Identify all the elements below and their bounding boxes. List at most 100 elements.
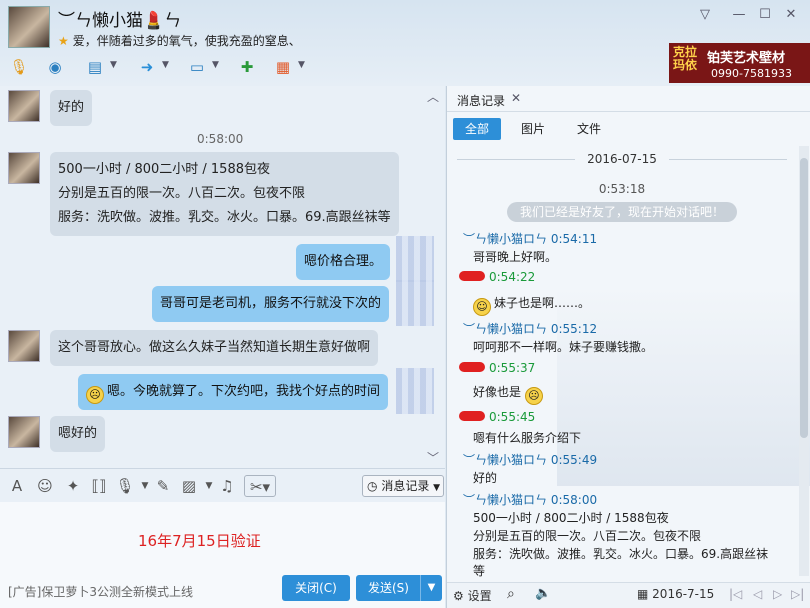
history-message-text: 哥哥晚上好啊。 [473, 250, 558, 264]
contact-nickname[interactable]: ︶ㄣ懒小猫💄ㄣ [58, 6, 181, 31]
history-message-text: 好的 [473, 471, 498, 485]
signature-text: 爱，伴随着过多的氧气，使我充盈的窒息、 [72, 34, 301, 48]
filter-all-tab[interactable]: 全部 [453, 118, 501, 140]
self-message-avatar[interactable] [396, 280, 434, 326]
shake-window-icon[interactable]: ⟦⟧ [88, 475, 110, 497]
system-note: 我们已经是好友了，现在开始对话吧！ [507, 202, 737, 222]
redacted-name [459, 411, 485, 421]
contact-message-avatar[interactable] [8, 152, 40, 184]
emoji-icon: ☹ [86, 386, 104, 404]
history-message-text: 好像也是 ☹ [473, 383, 546, 405]
contact-message-avatar[interactable] [8, 330, 40, 362]
message-bubble-in: 好的 [50, 90, 93, 126]
message-bubble-in: 这个哥哥放心。做这么久妹子当然知道长期生意好做啊 [50, 330, 379, 366]
speaker-icon[interactable]: 🔈 [535, 586, 551, 601]
chat-messages-pane[interactable]: ︿ 好的 0:58:00 500一小时 / 800二小时 / 1588包夜 分别… [0, 86, 445, 468]
screen-share-icon[interactable]: ▤ [82, 54, 108, 80]
history-tab-bar: 消息记录 ✕ [447, 86, 810, 112]
message-timestamp: 0:58:00 [197, 132, 244, 146]
history-title[interactable]: 消息记录 [457, 92, 505, 109]
history-sender-line: ︶ㄣ懒小猫ロㄣ 0:54:11 [463, 232, 598, 246]
search-icon[interactable]: ⌕ [507, 586, 515, 602]
message-bubble-out: 嗯价格合理。 [296, 244, 391, 280]
redacted-name [459, 271, 485, 281]
emoji-picker-icon[interactable]: ☺ [34, 475, 56, 497]
bottom-ad-link[interactable]: [广告]保卫萝卜3公测全新模式上线 [8, 583, 193, 600]
date-divider [669, 159, 787, 160]
history-message-text: 服务：洗吹做。波推。乳交。冰火。口暴。69.高跟丝袜 [473, 547, 769, 561]
history-message-text: 等 [473, 564, 486, 578]
verify-text: 16年7月15日验证 [138, 532, 261, 550]
self-message-avatar[interactable] [396, 236, 434, 282]
ad-brand-a: 克拉玛依 [673, 45, 698, 72]
chat-header: ︶ㄣ懒小猫💄ㄣ ★ 爱，伴随着过多的氧气，使我充盈的窒息、 ▽ — ☐ ✕ 🎙 ◉… [0, 0, 810, 86]
send-label: 发送(S) [368, 581, 409, 595]
history-footer: ⚙ 设置 ⌕ 🔈 ▦ 2016-7-15 |◁ ◁ ▷ ▷| [447, 582, 810, 608]
gear-icon: ⚙ [453, 589, 464, 603]
close-icon[interactable]: ✕ [782, 6, 800, 24]
remote-desktop-dropdown-icon[interactable]: ▼ [212, 60, 219, 70]
contact-signature: ★ 爱，伴随着过多的氧气，使我充盈的窒息、 [58, 32, 301, 49]
contact-message-avatar[interactable] [8, 416, 40, 448]
message-history-pane: 消息记录 ✕ 全部 图片 文件 2016-07-15 0:53:18 我们已经是… [446, 86, 810, 608]
date-picker[interactable]: ▦ 2016-7-15 [637, 587, 714, 601]
clock-icon: ◷ [367, 479, 378, 493]
first-page-icon[interactable]: |◁ [729, 587, 742, 601]
self-message-avatar[interactable] [396, 368, 434, 414]
add-contact-icon[interactable]: ✚ [234, 54, 260, 80]
filter-files-tab[interactable]: 文件 [573, 118, 605, 140]
history-sender-line: ︶ㄣ懒小猫ロㄣ 0:55:12 [463, 322, 598, 336]
chevron-down-icon: ▼ [433, 483, 441, 493]
message-input-area[interactable]: 16年7月15日验证 [广告]保卫萝卜3公测全新模式上线 关闭(C) 发送(S)… [0, 502, 445, 608]
input-toolbar: A ☺ ✦ ⟦⟧ 🎙 ▼ ✎ ▨ ▼ ♫ ✂▾ ◷ 消息记录 ▼ [0, 468, 445, 502]
contact-avatar[interactable] [8, 6, 50, 48]
screenshot-scissors-icon[interactable]: ✂▾ [244, 475, 276, 497]
apps-icon[interactable]: ▦ [270, 54, 296, 80]
apps-dropdown-icon[interactable]: ▼ [298, 60, 305, 70]
contact-message-avatar[interactable] [8, 90, 40, 122]
redacted-name [459, 362, 485, 372]
music-icon[interactable]: ♫ [216, 475, 238, 497]
expand-icon[interactable]: ﹀ [427, 449, 439, 466]
history-sender-line: ︶ㄣ懒小猫ロㄣ 0:55:49 [463, 453, 598, 467]
next-page-icon[interactable]: ▷ [773, 587, 782, 601]
voice-message-icon[interactable]: 🎙 [114, 475, 136, 497]
last-page-icon[interactable]: ▷| [791, 587, 804, 601]
ad-banner[interactable]: 克拉玛依 铂芙艺术壁材 0990-7581933 [669, 43, 810, 83]
minimize-icon[interactable]: — [730, 6, 748, 24]
image-icon[interactable]: ▨ [178, 475, 200, 497]
history-message-text: 500一小时 / 800二小时 / 1588包夜 [473, 511, 669, 525]
close-button[interactable]: 关闭(C) [282, 575, 350, 601]
magic-wand-icon[interactable]: ✦ [62, 475, 84, 497]
history-message-text: ☺ 妹子也是啊……。 [473, 294, 590, 316]
screen-share-dropdown-icon[interactable]: ▼ [110, 60, 117, 70]
maximize-icon[interactable]: ☐ [756, 6, 774, 24]
ad-phone: 0990-7581933 [711, 67, 792, 80]
file-transfer-dropdown-icon[interactable]: ▼ [162, 60, 169, 70]
microphone-icon[interactable]: 🎙 [6, 54, 32, 80]
dropdown-arrow-icon[interactable]: ▽ [696, 6, 714, 24]
prev-page-icon[interactable]: ◁ [753, 587, 762, 601]
star-icon: ★ [58, 34, 69, 48]
font-icon[interactable]: A [6, 475, 28, 497]
history-self-line: 0:54:22 [459, 270, 535, 284]
webcam-icon[interactable]: ◉ [42, 54, 68, 80]
message-history-button[interactable]: ◷ 消息记录 ▼ [362, 475, 444, 497]
file-transfer-icon[interactable]: ➜ [134, 54, 160, 80]
filter-images-tab[interactable]: 图片 [517, 118, 549, 140]
history-close-icon[interactable]: ✕ [511, 91, 521, 105]
message-bubble-in: 500一小时 / 800二小时 / 1588包夜 分别是五百的限一次。八百二次。… [50, 152, 399, 236]
message-bubble-in: 嗯好的 [50, 416, 106, 452]
settings-button[interactable]: ⚙ 设置 [453, 587, 492, 604]
send-options-icon[interactable]: ▼ [420, 575, 442, 601]
send-button[interactable]: 发送(S) ▼ [356, 575, 442, 601]
edit-icon[interactable]: ✎ [152, 475, 174, 497]
collapse-icon[interactable]: ︿ [427, 88, 439, 105]
scrollbar-thumb[interactable] [800, 158, 808, 438]
history-scrollbar[interactable] [799, 146, 809, 576]
remote-desktop-icon[interactable]: ▭ [184, 54, 210, 80]
history-self-line: 0:55:37 [459, 361, 535, 375]
message-bubble-out: ☹ 嗯。今晚就算了。下次约吧，我找个好点的时间 [78, 374, 389, 410]
history-sender-line: ︶ㄣ懒小猫ロㄣ 0:58:00 [463, 493, 598, 507]
emoji-icon: ☹ [524, 387, 543, 405]
